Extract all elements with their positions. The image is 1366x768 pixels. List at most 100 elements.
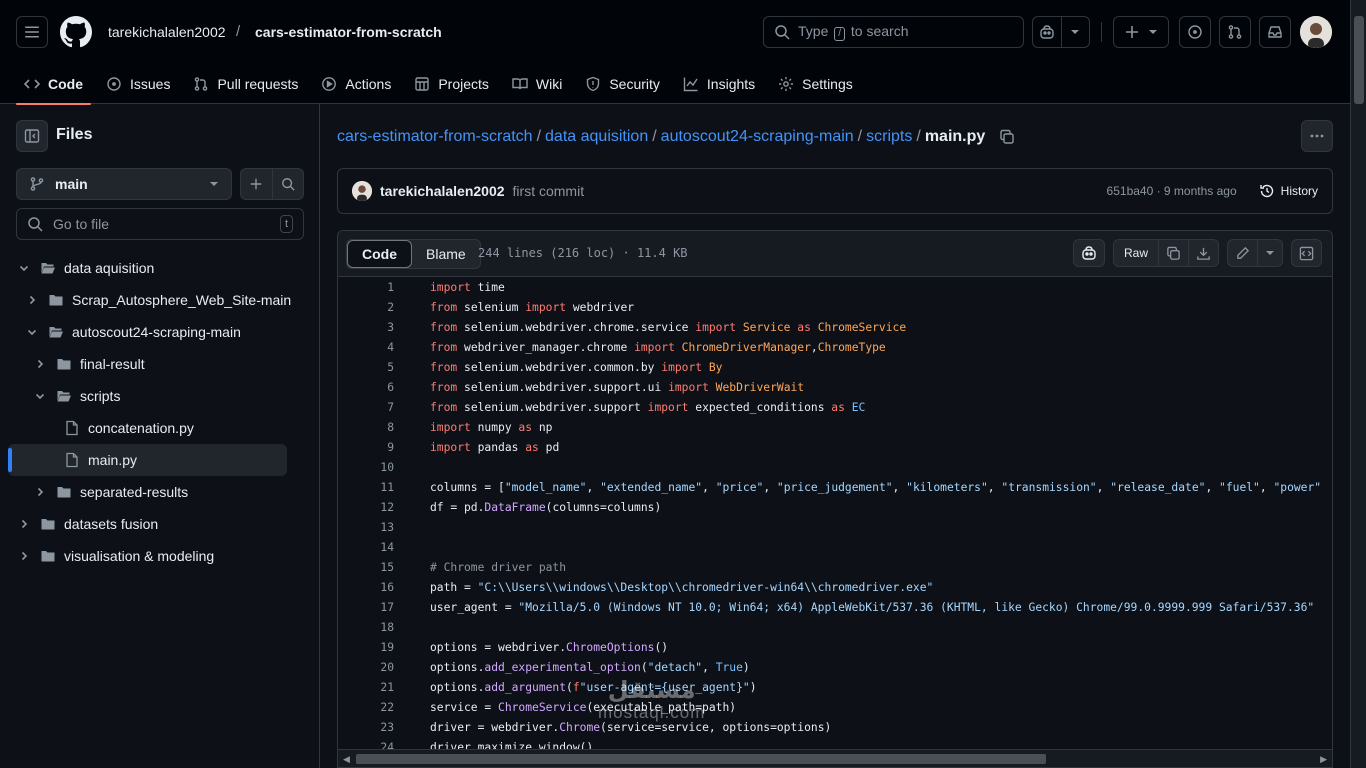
tree-chevron[interactable] [32, 484, 48, 500]
tab-insights[interactable]: Insights [675, 64, 763, 104]
header-divider [1101, 22, 1102, 42]
line-number[interactable]: 3 [338, 321, 394, 334]
tree-folder[interactable]: separated-results [0, 476, 320, 508]
edit-file-button[interactable] [1228, 240, 1257, 266]
line-number[interactable]: 4 [338, 341, 394, 354]
pull-requests-button[interactable] [1219, 16, 1251, 48]
code-token: By [702, 360, 723, 374]
code-token: as [831, 400, 845, 414]
repo-owner-link[interactable]: tarekichalalen2002 [108, 24, 226, 40]
tab-security[interactable]: Security [577, 64, 668, 104]
line-number[interactable]: 19 [338, 641, 394, 654]
line-number[interactable]: 22 [338, 701, 394, 714]
breadcrumb-autoscout[interactable]: autoscout24-scraping-main [661, 128, 854, 146]
folder-open-icon [57, 391, 71, 402]
line-number[interactable]: 15 [338, 561, 394, 574]
tree-file[interactable]: main.py [8, 444, 287, 476]
tree-folder[interactable]: autoscout24-scraping-main [0, 316, 320, 348]
line-number[interactable]: 9 [338, 441, 394, 454]
code-view-button[interactable]: Code [347, 240, 412, 268]
github-logo-icon[interactable] [60, 16, 92, 48]
commit-author-avatar[interactable] [352, 181, 372, 201]
commit-message[interactable]: first commit [513, 183, 585, 199]
copy-path-button[interactable] [999, 129, 1015, 145]
line-number[interactable]: 8 [338, 421, 394, 434]
horizontal-scrollbar[interactable]: ◀ ▶ [338, 749, 1332, 767]
tree-chevron[interactable] [24, 292, 40, 308]
raw-button[interactable]: Raw [1114, 240, 1158, 266]
commit-meta[interactable]: 651ba40 · 9 months ago [1107, 184, 1237, 198]
code-token: from [430, 380, 458, 394]
scroll-left-icon[interactable]: ◀ [343, 754, 350, 765]
tab-actions[interactable]: Actions [313, 64, 399, 104]
inbox-button[interactable] [1259, 16, 1291, 48]
create-new-button[interactable] [1113, 16, 1169, 48]
tree-folder[interactable]: visualisation & modeling [0, 540, 320, 572]
avatar-image-icon [1300, 16, 1332, 48]
vertical-scroll-thumb[interactable] [1354, 16, 1364, 104]
breadcrumb-data-aquisition[interactable]: data aquisition [545, 128, 648, 146]
copilot-file-button[interactable] [1072, 239, 1105, 267]
edit-menu-button[interactable] [1257, 240, 1282, 266]
tree-folder[interactable]: scripts [0, 380, 320, 412]
symbols-panel-button[interactable] [1291, 239, 1322, 267]
branch-selector[interactable]: main [16, 168, 232, 200]
commit-author[interactable]: tarekichalalen2002 [380, 183, 505, 199]
tree-folder[interactable]: datasets fusion [0, 508, 320, 540]
line-number[interactable]: 1 [338, 281, 394, 294]
breadcrumb-repo[interactable]: cars-estimator-from-scratch [337, 128, 533, 146]
horizontal-scroll-thumb[interactable] [356, 754, 1046, 764]
tree-file[interactable]: concatenation.py [0, 412, 320, 444]
tab-projects[interactable]: Projects [406, 64, 497, 104]
line-number[interactable]: 14 [338, 541, 394, 554]
tree-chevron[interactable] [24, 324, 40, 340]
tree-chevron[interactable] [32, 356, 48, 372]
repo-name-link[interactable]: cars-estimator-from-scratch [255, 24, 442, 40]
tab-code[interactable]: Code [16, 64, 91, 105]
line-number[interactable]: 2 [338, 301, 394, 314]
line-number[interactable]: 11 [338, 481, 394, 494]
line-number[interactable]: 5 [338, 361, 394, 374]
menu-button[interactable] [16, 16, 48, 48]
scroll-right-icon[interactable]: ▶ [1320, 754, 1327, 765]
line-number[interactable]: 18 [338, 621, 394, 634]
copilot-button[interactable] [1033, 17, 1061, 47]
blame-view-button[interactable]: Blame [412, 240, 480, 268]
line-number[interactable]: 23 [338, 721, 394, 734]
tree-folder[interactable]: final-result [0, 348, 320, 380]
go-to-file-input[interactable]: Go to file t [16, 208, 304, 240]
search-files-button[interactable] [271, 169, 304, 199]
tree-chevron[interactable] [16, 260, 32, 276]
history-button[interactable]: History [1259, 183, 1318, 199]
code-line: 19 options = webdriver.ChromeOptions() [338, 637, 1332, 657]
line-number[interactable]: 13 [338, 521, 394, 534]
line-number[interactable]: 6 [338, 381, 394, 394]
line-number[interactable]: 21 [338, 681, 394, 694]
tab-issues[interactable]: Issues [98, 64, 178, 104]
copy-raw-button[interactable] [1158, 240, 1188, 266]
tree-folder[interactable]: Scrap_Autosphere_Web_Site-main [0, 284, 320, 316]
tree-chevron[interactable] [16, 548, 32, 564]
line-number[interactable]: 16 [338, 581, 394, 594]
line-number[interactable]: 20 [338, 661, 394, 674]
breadcrumb-scripts[interactable]: scripts [866, 128, 912, 146]
line-number[interactable]: 10 [338, 461, 394, 474]
more-options-button[interactable] [1301, 120, 1333, 152]
add-file-button[interactable] [241, 169, 272, 199]
tab-settings[interactable]: Settings [770, 64, 861, 104]
collapse-sidebar-button[interactable] [16, 120, 48, 152]
tree-folder[interactable]: data aquisition [0, 252, 320, 284]
download-button[interactable] [1188, 240, 1218, 266]
line-number[interactable]: 12 [338, 501, 394, 514]
line-number[interactable]: 17 [338, 601, 394, 614]
line-number[interactable]: 7 [338, 401, 394, 414]
copilot-menu-button[interactable] [1060, 17, 1090, 47]
page-vertical-scrollbar[interactable] [1350, 0, 1366, 768]
tab-wiki[interactable]: Wiki [504, 64, 570, 104]
tab-pull-requests[interactable]: Pull requests [185, 64, 306, 104]
tree-chevron[interactable] [16, 516, 32, 532]
issues-button[interactable] [1179, 16, 1211, 48]
search-input[interactable]: Type / to search [763, 16, 1024, 48]
tree-chevron[interactable] [32, 388, 48, 404]
user-avatar[interactable] [1300, 16, 1332, 48]
